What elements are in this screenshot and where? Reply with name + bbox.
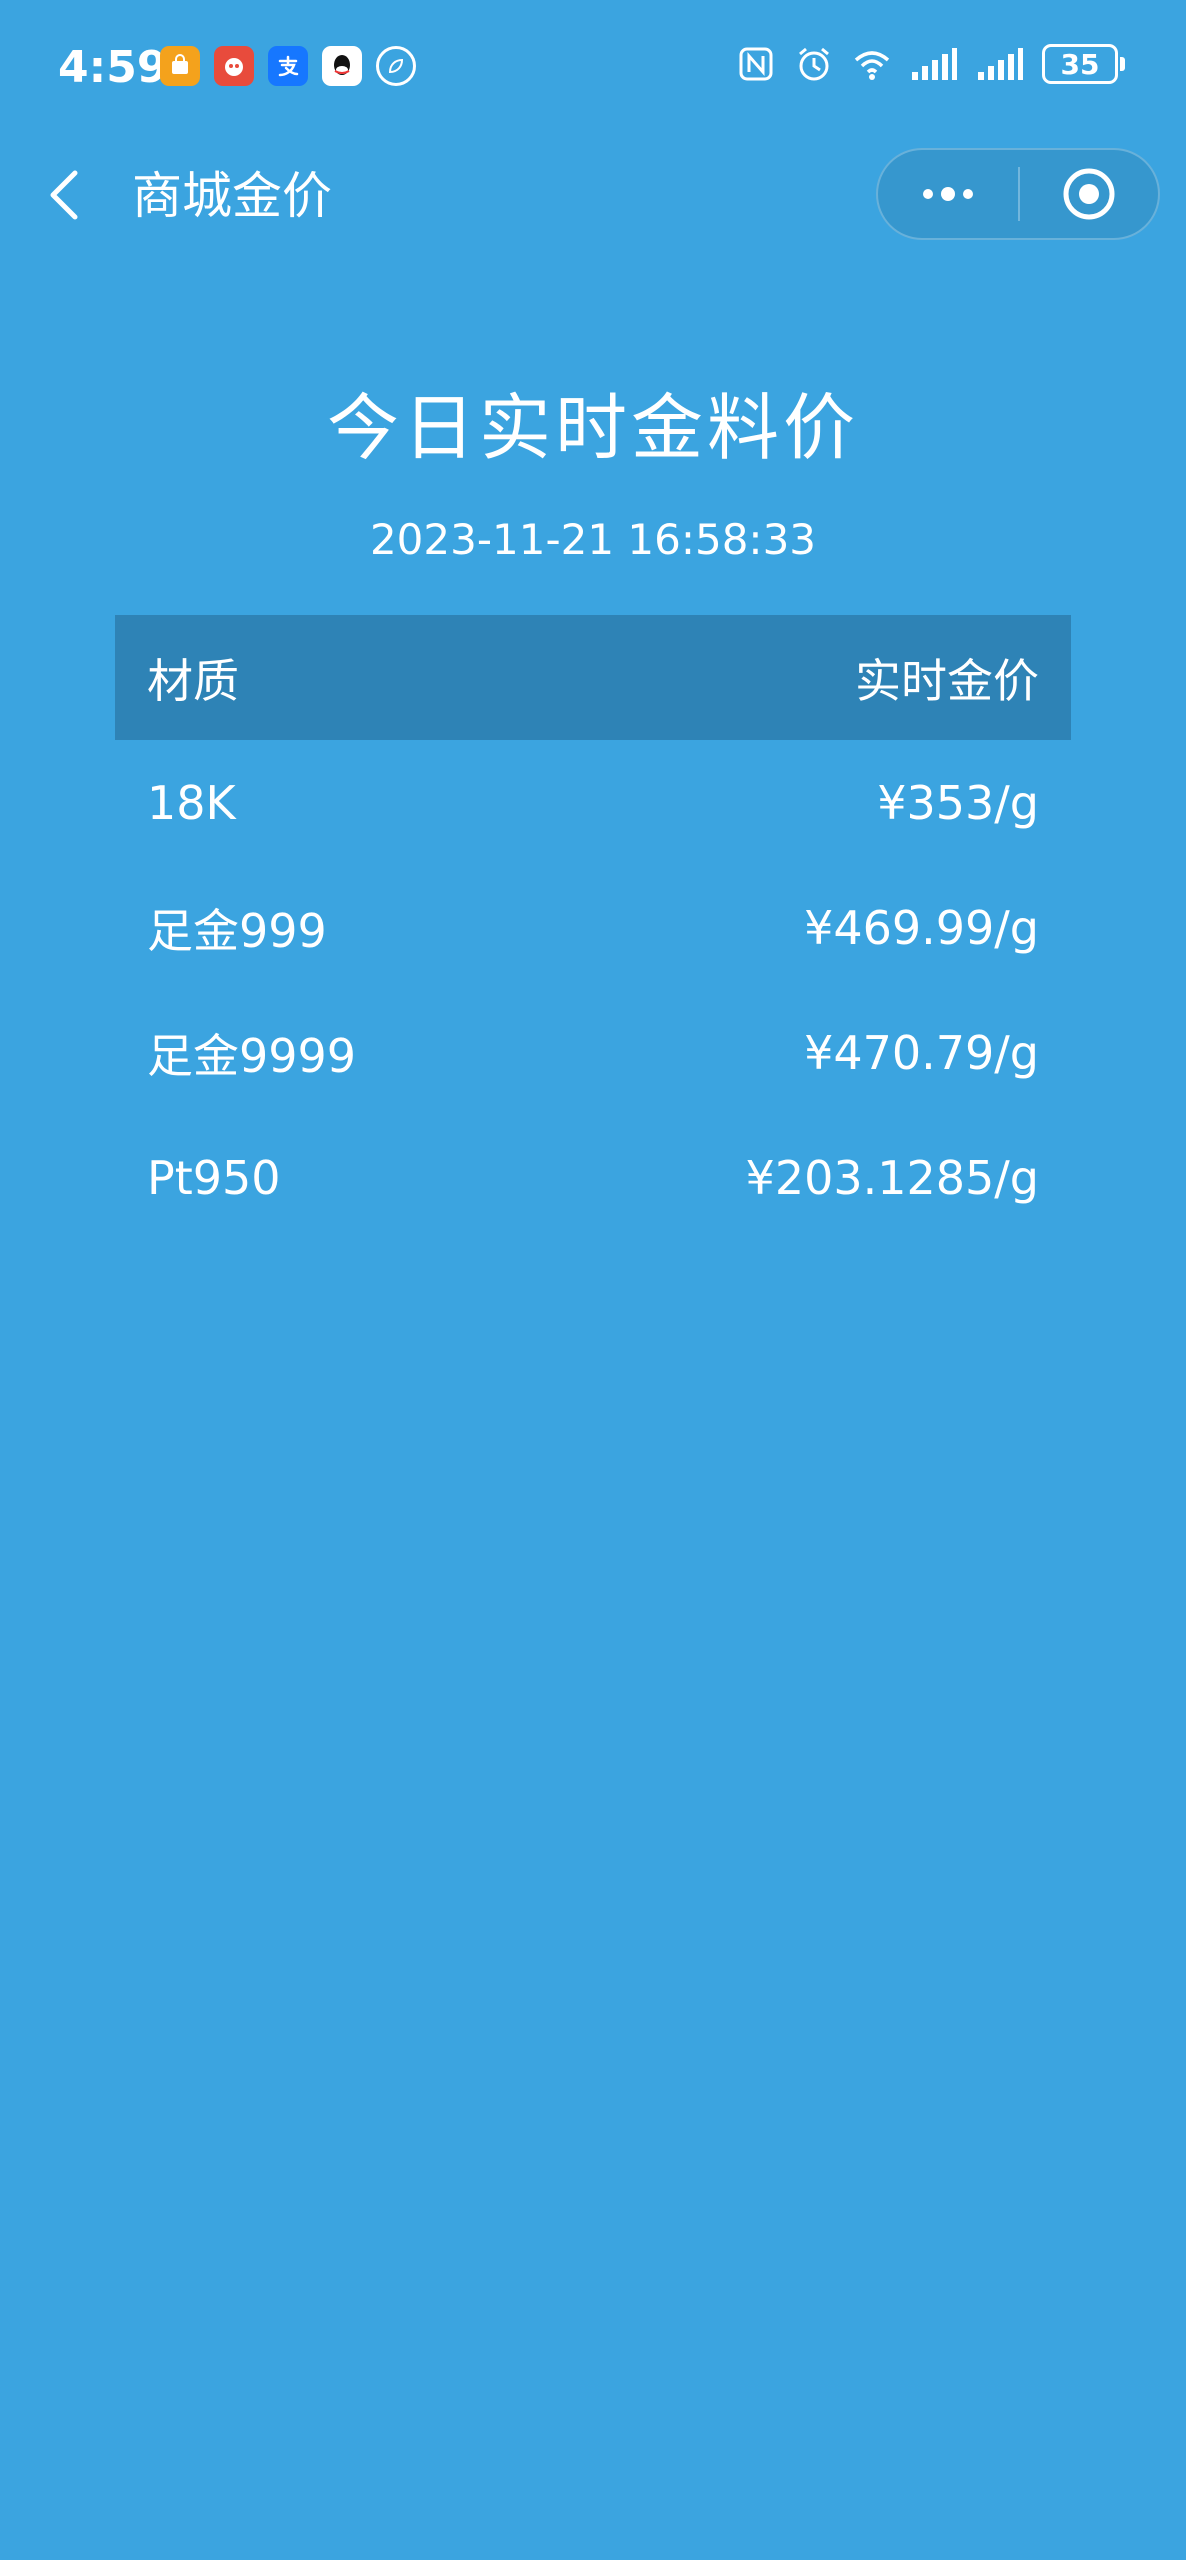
table-row: 18K ¥353/g: [115, 740, 1071, 865]
more-button[interactable]: [878, 150, 1018, 238]
taobao-app-icon: [214, 46, 254, 86]
row-material: 18K: [147, 775, 236, 830]
header-price: 实时金价: [855, 653, 1039, 708]
row-material: 足金9999: [147, 1028, 357, 1083]
table-row: 足金999 ¥469.99/g: [115, 865, 1071, 990]
chevron-left-icon: [50, 170, 78, 220]
alarm-icon: [799, 47, 829, 81]
alipay-app-icon: [268, 46, 308, 86]
close-mini-program-button[interactable]: [1020, 150, 1158, 238]
row-price: ¥470.79/g: [804, 1025, 1039, 1080]
notification-icons: [160, 46, 416, 86]
row-price: ¥353/g: [877, 775, 1039, 830]
page-title: 商城金价: [132, 167, 332, 225]
battery-icon: 35: [1042, 44, 1125, 84]
table-row: 足金9999 ¥470.79/g: [115, 990, 1071, 1115]
wifi-icon: [854, 51, 890, 80]
nfc-icon: [739, 47, 773, 81]
back-button[interactable]: [30, 160, 100, 230]
main-title: 今日实时金料价: [326, 386, 859, 470]
more-dots-icon: [923, 187, 973, 201]
status-bar: 4:59 35: [0, 0, 1186, 140]
gold-price-table: 材质 实时金价 18K ¥353/g 足金999 ¥469.99/g 足金999…: [115, 615, 1071, 1240]
signal-2-icon: [978, 48, 1023, 80]
status-time: 4:59: [58, 42, 168, 93]
system-icons: 35: [736, 44, 1125, 84]
row-material: 足金999: [147, 903, 327, 958]
header-material: 材质: [147, 653, 239, 708]
signal-icon: [912, 48, 957, 80]
table-row: Pt950 ¥203.1285/g: [115, 1115, 1071, 1240]
target-close-icon: [1063, 168, 1115, 220]
row-material: Pt950: [147, 1150, 281, 1205]
qq-app-icon: [322, 46, 362, 86]
shopping-app-icon: [160, 46, 200, 86]
row-price: ¥469.99/g: [804, 900, 1039, 955]
table-header: 材质 实时金价: [115, 615, 1071, 740]
update-timestamp: 2023-11-21 16:58:33: [369, 515, 817, 564]
row-price: ¥203.1285/g: [745, 1150, 1039, 1205]
leaf-app-icon: [376, 46, 416, 86]
nav-bar: 商城金价: [0, 140, 1186, 250]
mini-program-capsule: [876, 148, 1160, 240]
